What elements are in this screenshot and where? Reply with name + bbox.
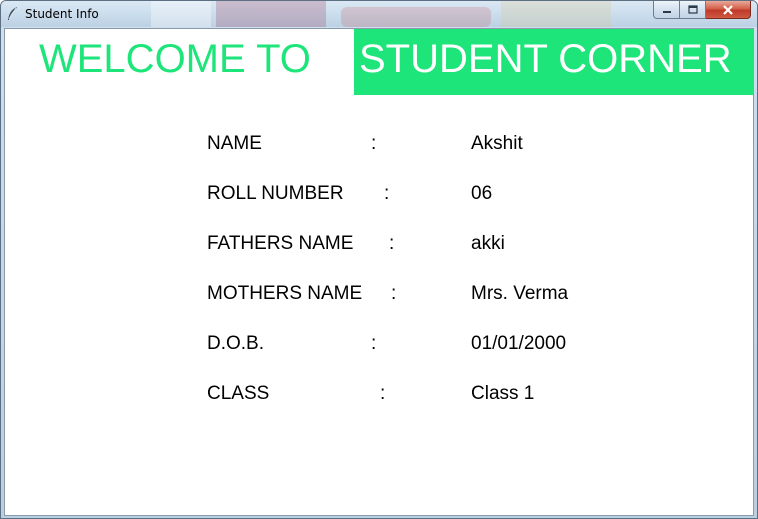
row-label: ROLL NUMBER [207,183,344,204]
client-area: WELCOME TO STUDENT CORNER NAME : Akshit … [4,28,754,516]
row-colon: : [391,283,397,304]
row-label: NAME [207,133,262,154]
row-colon: : [371,133,377,154]
maximize-icon [687,5,698,14]
row-colon: : [371,333,377,354]
banner: STUDENT CORNER [354,29,754,95]
window-controls [653,1,751,20]
info-row-fathers-name: FATHERS NAME : akki [5,232,755,256]
feather-icon [6,6,20,21]
row-label: CLASS [207,383,270,404]
info-row-roll-number: ROLL NUMBER : 06 [5,182,755,206]
welcome-heading: WELCOME TO [39,37,311,81]
row-value: 01/01/2000 [471,333,567,354]
row-value: akki [471,233,505,254]
row-label: FATHERS NAME [207,233,354,254]
row-colon: : [384,183,390,204]
row-value: 06 [471,183,493,204]
row-label: MOTHERS NAME [207,283,363,304]
row-colon: : [389,233,395,254]
row-value: Class 1 [471,383,535,404]
row-colon: : [380,383,386,404]
info-row-class: CLASS : Class 1 [5,382,755,406]
minimize-button[interactable] [653,1,680,19]
row-label: D.O.B. [207,333,265,354]
minimize-icon [662,6,672,14]
row-value: Akshit [471,133,523,154]
banner-title: STUDENT CORNER [359,37,732,81]
title-bar[interactable]: Student Info [1,1,757,27]
window-title: Student Info [25,7,99,21]
maximize-button[interactable] [680,1,706,19]
info-row-dob: D.O.B. : 01/01/2000 [5,332,755,356]
info-row-mothers-name: MOTHERS NAME : Mrs. Verma [5,282,755,306]
app-window: Student Info WELCOME TO STUDENT CORNER N… [0,0,758,519]
close-button[interactable] [706,1,751,19]
close-icon [722,4,734,15]
row-value: Mrs. Verma [471,283,569,304]
info-row-name: NAME : Akshit [5,132,755,156]
